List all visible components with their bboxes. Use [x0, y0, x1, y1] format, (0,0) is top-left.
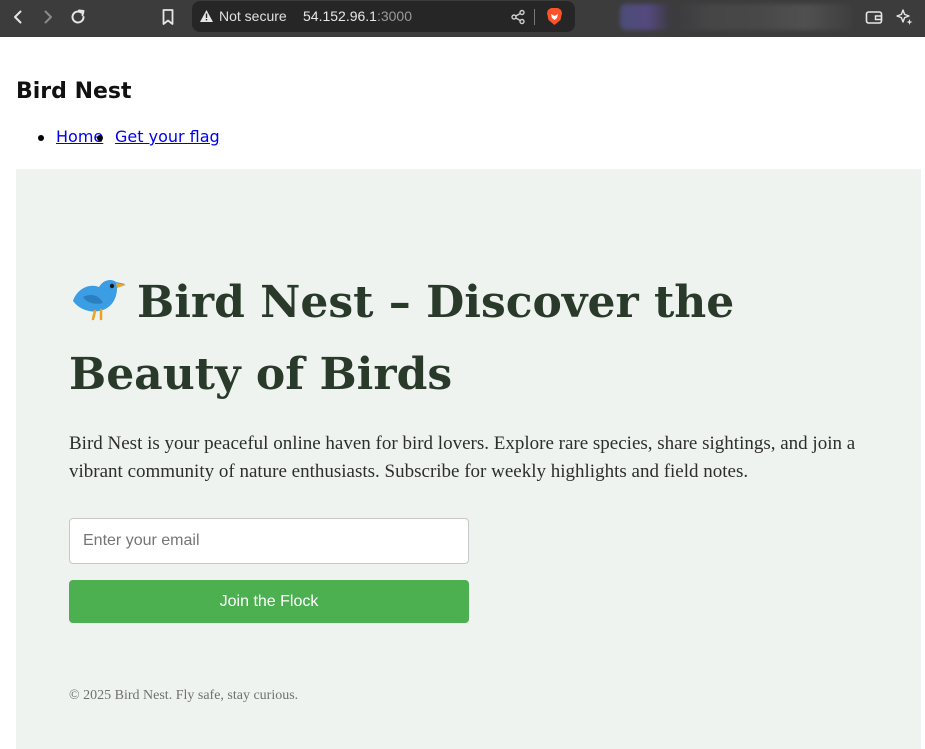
url-text[interactable]: 54.152.96.1:3000 [303, 8, 412, 24]
bookmark-button[interactable] [156, 5, 180, 29]
address-bar[interactable]: Not secure 54.152.96.1:3000 [192, 1, 575, 32]
security-status-label[interactable]: Not secure [219, 8, 287, 24]
extensions-area[interactable] [620, 4, 852, 30]
wallet-icon [865, 11, 883, 24]
browser-toolbar: Not secure 54.152.96.1:3000 [0, 0, 925, 37]
nav-bullet [38, 135, 44, 141]
hero-title-text: Bird Nest – Discover the Beauty of Birds [69, 277, 735, 400]
nav-bullet [97, 135, 103, 141]
footer-text: © 2025 Bird Nest. Fly safe, stay curious… [69, 688, 299, 703]
chevron-right-icon [44, 10, 52, 24]
reload-button[interactable] [66, 5, 90, 29]
bird-icon [73, 279, 126, 321]
hero-title: Bird Nest – Discover the Beauty of Birds [69, 267, 879, 411]
url-port: :3000 [376, 8, 413, 24]
hero-description: Bird Nest is your peaceful online haven … [69, 433, 856, 482]
nav-link-get-flag[interactable]: Get your flag [115, 127, 220, 146]
url-host: 54.152.96.1 [303, 8, 377, 24]
forward-button[interactable] [36, 5, 60, 29]
brave-shield-icon[interactable] [546, 7, 563, 26]
join-button[interactable]: Join the Flock [69, 580, 469, 623]
leo-ai-button[interactable] [893, 5, 917, 29]
site-title: Bird Nest [16, 79, 132, 104]
sparkle-icon [896, 9, 913, 25]
web-page: Bird Nest Home Get your flag Bird Nest –… [0, 37, 925, 749]
email-input[interactable] [69, 518, 469, 564]
warning-triangle-icon [200, 10, 213, 22]
chevron-left-icon [14, 10, 22, 24]
url-divider [534, 9, 535, 25]
hero-section: Bird Nest – Discover the Beauty of Birds… [16, 169, 921, 749]
wallet-button[interactable] [862, 5, 886, 29]
back-button[interactable] [6, 5, 30, 29]
share-icon[interactable] [510, 9, 526, 25]
bookmark-icon [162, 9, 174, 25]
reload-icon [71, 9, 85, 24]
